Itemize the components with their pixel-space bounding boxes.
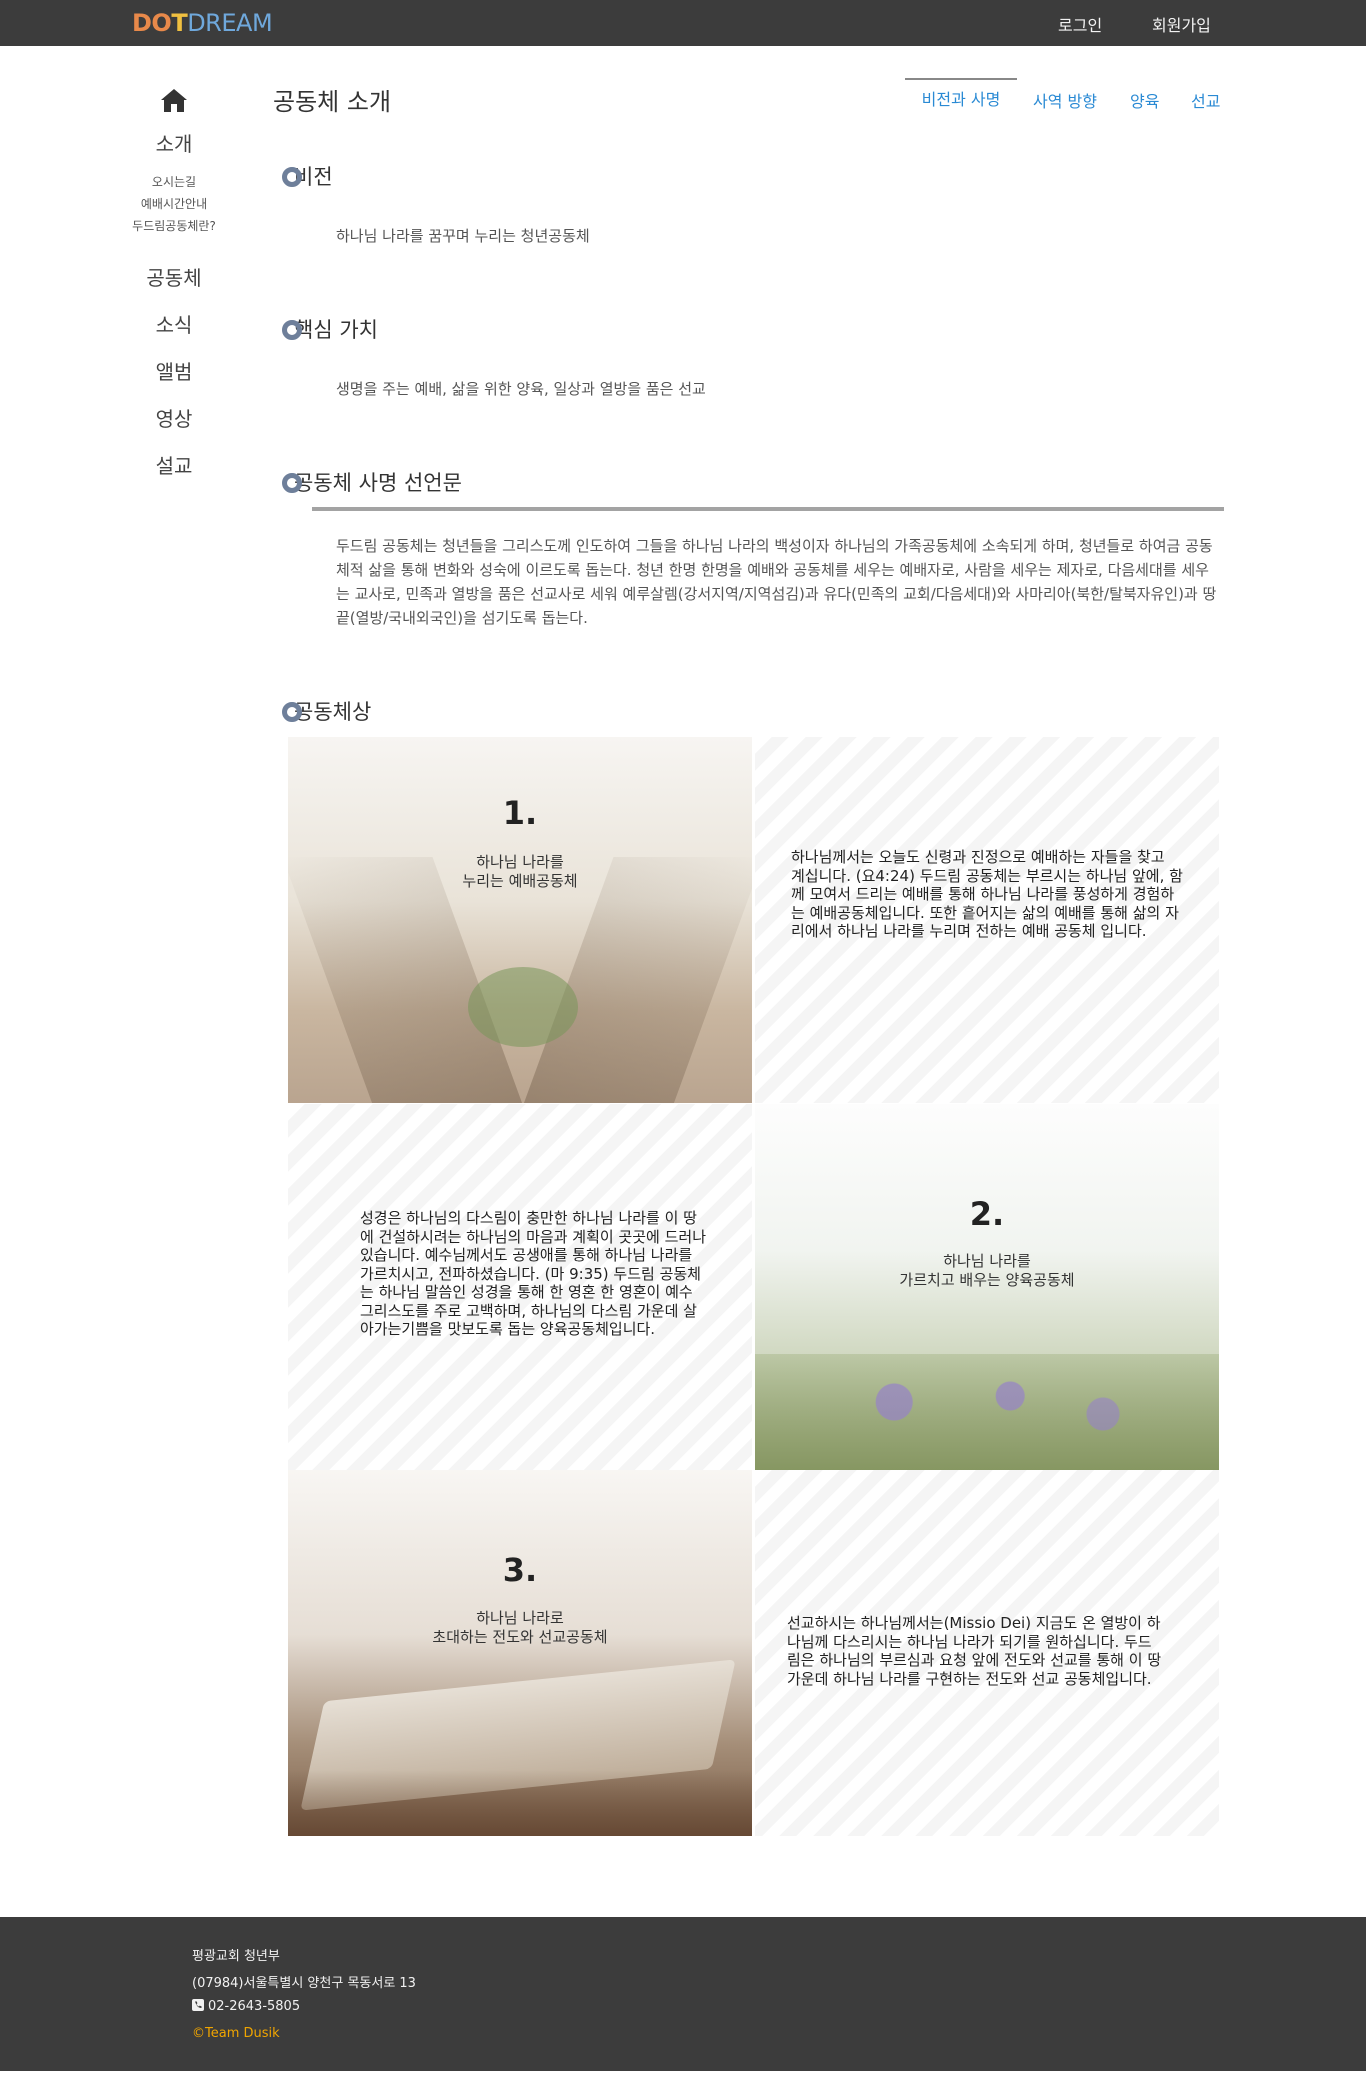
footer-address: (07984)서울특별시 양천구 목동서로 13	[192, 1976, 416, 1991]
card-2-photo: 2. 하나님 나라를 가르치고 배우는 양육공동체	[755, 1104, 1219, 1470]
section-heading-vision: 비전	[282, 161, 333, 191]
ring-bullet-icon	[282, 167, 302, 187]
card-number: 3.	[502, 1551, 538, 1589]
card-3-photo: 3. 하나님 나라로 초대하는 전도와 선교공동체	[288, 1470, 752, 1836]
card-2-text-cell: 성경은 하나님의 다스림이 충만한 하나님 나라를 이 땅에 건설하시려는 하나…	[288, 1104, 752, 1470]
footer-team-credit[interactable]: ©Team Dusik	[192, 2026, 280, 2041]
vision-text: 하나님 나라를 꿈꾸며 누리는 청년공동체	[336, 227, 590, 245]
logo-text-part1: DO	[132, 9, 172, 37]
mission-statement-text: 두드림 공동체는 청년들을 그리스도께 인도하여 그들을 하나님 나라의 백성이…	[336, 537, 1217, 627]
top-navbar: DOTDREAM 로그인 회원가입	[0, 0, 1366, 46]
card-text: 선교하시는 하나님께서는(Missio Dei) 지금도 온 열방이 하나님께 …	[787, 1614, 1162, 1688]
logo-cross: T	[171, 9, 188, 37]
page-title: 공동체 소개	[273, 88, 392, 116]
phone-icon	[192, 1999, 204, 2011]
card-number: 2.	[969, 1195, 1005, 1233]
site-logo[interactable]: DOTDREAM	[132, 8, 273, 38]
table-shadow-shape	[288, 1770, 752, 1836]
section-title: 공동체상	[294, 700, 372, 724]
left-sidebar: 소개 오시는길 예배시간안내 두드림공동체란? 공동체 소식 앨범 영상 설교	[120, 80, 228, 490]
sidebar-item-video[interactable]: 영상	[120, 396, 228, 443]
card-caption: 하나님 나라로 초대하는 전도와 선교공동체	[432, 1609, 608, 1646]
section-divider	[312, 507, 1224, 511]
sidebar-menu: 공동체 소식 앨범 영상 설교	[120, 255, 228, 490]
ring-bullet-icon	[282, 473, 302, 493]
footer-org: 평광교회 청년부	[192, 1949, 280, 1964]
card-number: 1.	[502, 794, 538, 832]
card-text: 성경은 하나님의 다스림이 충만한 하나님 나라를 이 땅에 건설하시려는 하나…	[360, 1209, 707, 1338]
home-icon[interactable]	[159, 86, 189, 114]
ring-bullet-icon	[282, 320, 302, 340]
footer-phone: 02-2643-5805	[208, 1999, 301, 2014]
flower-field-shape	[755, 1354, 1219, 1470]
section-title: 핵심 가치	[294, 318, 378, 342]
sidebar-sub-worship-times[interactable]: 예배시간안내	[120, 193, 228, 215]
sidebar-intro-submenu: 오시는길 예배시간안내 두드림공동체란?	[120, 171, 228, 237]
card-1-text-cell: 하나님께서는 오늘도 신령과 진정으로 예배하는 자들을 찾고 계십니다. (요…	[755, 737, 1219, 1103]
core-values-text: 생명을 주는 예배, 삶을 위한 양육, 일상과 열방을 품은 선교	[336, 380, 706, 398]
section-heading-community-image: 공동체상	[282, 696, 372, 726]
sidebar-sub-directions[interactable]: 오시는길	[120, 171, 228, 193]
tab-vision-mission[interactable]: 비전과 사명	[905, 78, 1017, 110]
signup-link[interactable]: 회원가입	[1152, 12, 1211, 36]
section-heading-core-values: 핵심 가치	[282, 314, 378, 344]
login-link[interactable]: 로그인	[1058, 12, 1102, 36]
sidebar-item-album[interactable]: 앨범	[120, 349, 228, 396]
card-3-text-cell: 선교하시는 하나님께서는(Missio Dei) 지금도 온 열방이 하나님께 …	[755, 1470, 1219, 1836]
tab-nurture[interactable]: 양육	[1130, 88, 1159, 112]
section-title: 공동체 사명 선언문	[294, 471, 462, 495]
tab-ministry-direction[interactable]: 사역 방향	[1033, 88, 1097, 112]
logo-text-part2: DREAM	[187, 9, 273, 37]
sidebar-item-intro[interactable]: 소개	[120, 128, 228, 157]
tab-missions[interactable]: 선교	[1191, 88, 1220, 112]
sidebar-item-community[interactable]: 공동체	[120, 255, 228, 302]
card-1-photo: 1. 하나님 나라를 누리는 예배공동체	[288, 737, 752, 1103]
sidebar-item-sermon[interactable]: 설교	[120, 443, 228, 490]
section-heading-mission-statement: 공동체 사명 선언문	[282, 467, 462, 497]
sidebar-item-news[interactable]: 소식	[120, 302, 228, 349]
card-text: 하나님께서는 오늘도 신령과 진정으로 예배하는 자들을 찾고 계십니다. (요…	[791, 848, 1183, 940]
ring-bullet-icon	[282, 702, 302, 722]
bush-shape	[468, 967, 578, 1047]
sidebar-sub-about-community[interactable]: 두드림공동체란?	[120, 215, 228, 237]
footer-phone-line: 02-2643-5805	[192, 1999, 300, 2014]
page-footer: 평광교회 청년부 (07984)서울특별시 양천구 목동서로 13 02-264…	[0, 1917, 1366, 2071]
card-caption: 하나님 나라를 누리는 예배공동체	[462, 853, 578, 890]
card-caption: 하나님 나라를 가르치고 배우는 양육공동체	[899, 1252, 1075, 1289]
